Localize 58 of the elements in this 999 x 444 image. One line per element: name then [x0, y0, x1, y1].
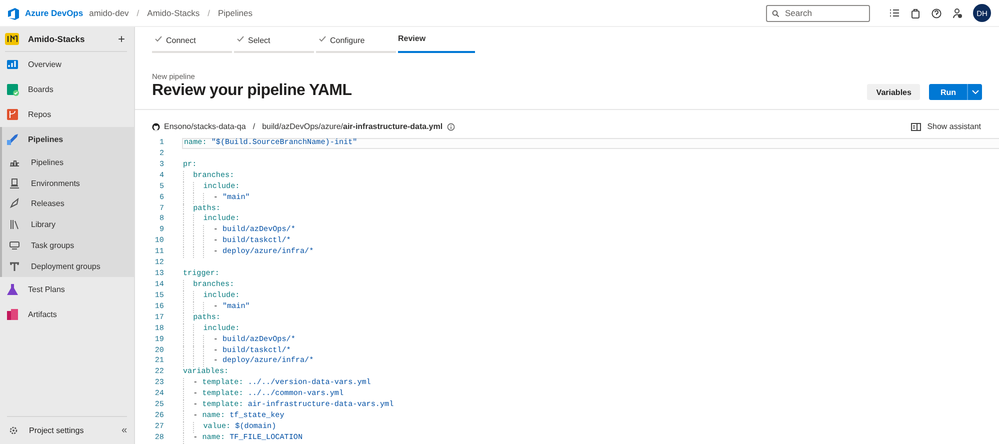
nav-item[interactable]: Pipelines [2, 127, 134, 152]
board-icon [6, 83, 19, 96]
nav-subitem[interactable]: Environments [2, 172, 134, 194]
wizard-tab[interactable]: Select [234, 36, 314, 53]
variables-button[interactable]: Variables [867, 84, 920, 100]
project-logo [5, 33, 19, 45]
breadcrumb-separator: / [136, 8, 140, 18]
breadcrumb-link[interactable]: amido-dev [89, 8, 129, 18]
page-title: Review your pipeline YAML [152, 82, 353, 100]
nav-item[interactable]: Boards [0, 77, 134, 102]
repository-link[interactable]: Ensono/stacks-data-qa [164, 122, 246, 131]
keyboard-icon [9, 240, 20, 252]
user-settings-icon[interactable] [952, 8, 963, 18]
wizard-tab[interactable]: Configure [316, 36, 396, 53]
flask-icon [6, 282, 19, 296]
path-separator: / [252, 122, 256, 131]
nav-subitem[interactable]: Releases [2, 194, 134, 214]
help-icon[interactable] [931, 8, 942, 18]
github-icon [152, 122, 160, 130]
wizard-tab[interactable]: Connect [152, 36, 232, 53]
panel-icon [911, 122, 922, 130]
add-button[interactable]: + [116, 32, 127, 46]
bag-icon[interactable] [910, 8, 921, 18]
nav-subitem[interactable]: Pipelines [2, 152, 134, 173]
chart-icon [6, 58, 19, 71]
nav-item[interactable]: Artifacts [0, 302, 134, 327]
info-icon[interactable] [446, 122, 455, 130]
file-path: build/azDevOps/azure/air-infrastructure-data.yml [262, 122, 443, 131]
nav-subitem[interactable]: Deployment groups [2, 256, 134, 277]
run-button[interactable]: Run [929, 84, 967, 100]
books-icon [9, 219, 20, 230]
breadcrumb-link[interactable]: Amido-Stacks [147, 8, 200, 18]
chevron-down-icon [972, 90, 978, 94]
branch-icon [6, 108, 19, 121]
azure-devops-logo [7, 6, 20, 20]
nav-subitem[interactable]: Task groups [2, 235, 134, 256]
package-icon [6, 308, 19, 321]
product-name[interactable]: Azure DevOps [25, 8, 84, 18]
show-assistant-button[interactable]: Show assistant [911, 122, 981, 131]
wizard-tab[interactable]: Review [398, 36, 475, 53]
breadcrumb-separator: / [208, 8, 210, 18]
run-menu-button[interactable] [967, 84, 982, 100]
server-icon [9, 178, 20, 189]
nav-item[interactable]: Test Plans [0, 276, 134, 302]
check-icon [319, 36, 326, 42]
list-icon[interactable] [889, 8, 900, 18]
check-icon [237, 36, 244, 42]
search-field[interactable]: Search [766, 4, 870, 22]
nav-subitem[interactable]: Library [2, 214, 134, 236]
search-icon [772, 10, 779, 16]
settings-icon[interactable] [9, 426, 18, 435]
collapse-button[interactable]: « [121, 425, 127, 436]
nav-item[interactable]: Repos [0, 102, 134, 127]
project-settings-link[interactable]: Project settings [29, 426, 110, 435]
check-icon [155, 36, 162, 42]
project-name[interactable]: Amido-Stacks [28, 34, 107, 44]
breadcrumb-link[interactable]: Pipelines [218, 8, 252, 18]
nav-item[interactable]: Overview [0, 52, 134, 77]
